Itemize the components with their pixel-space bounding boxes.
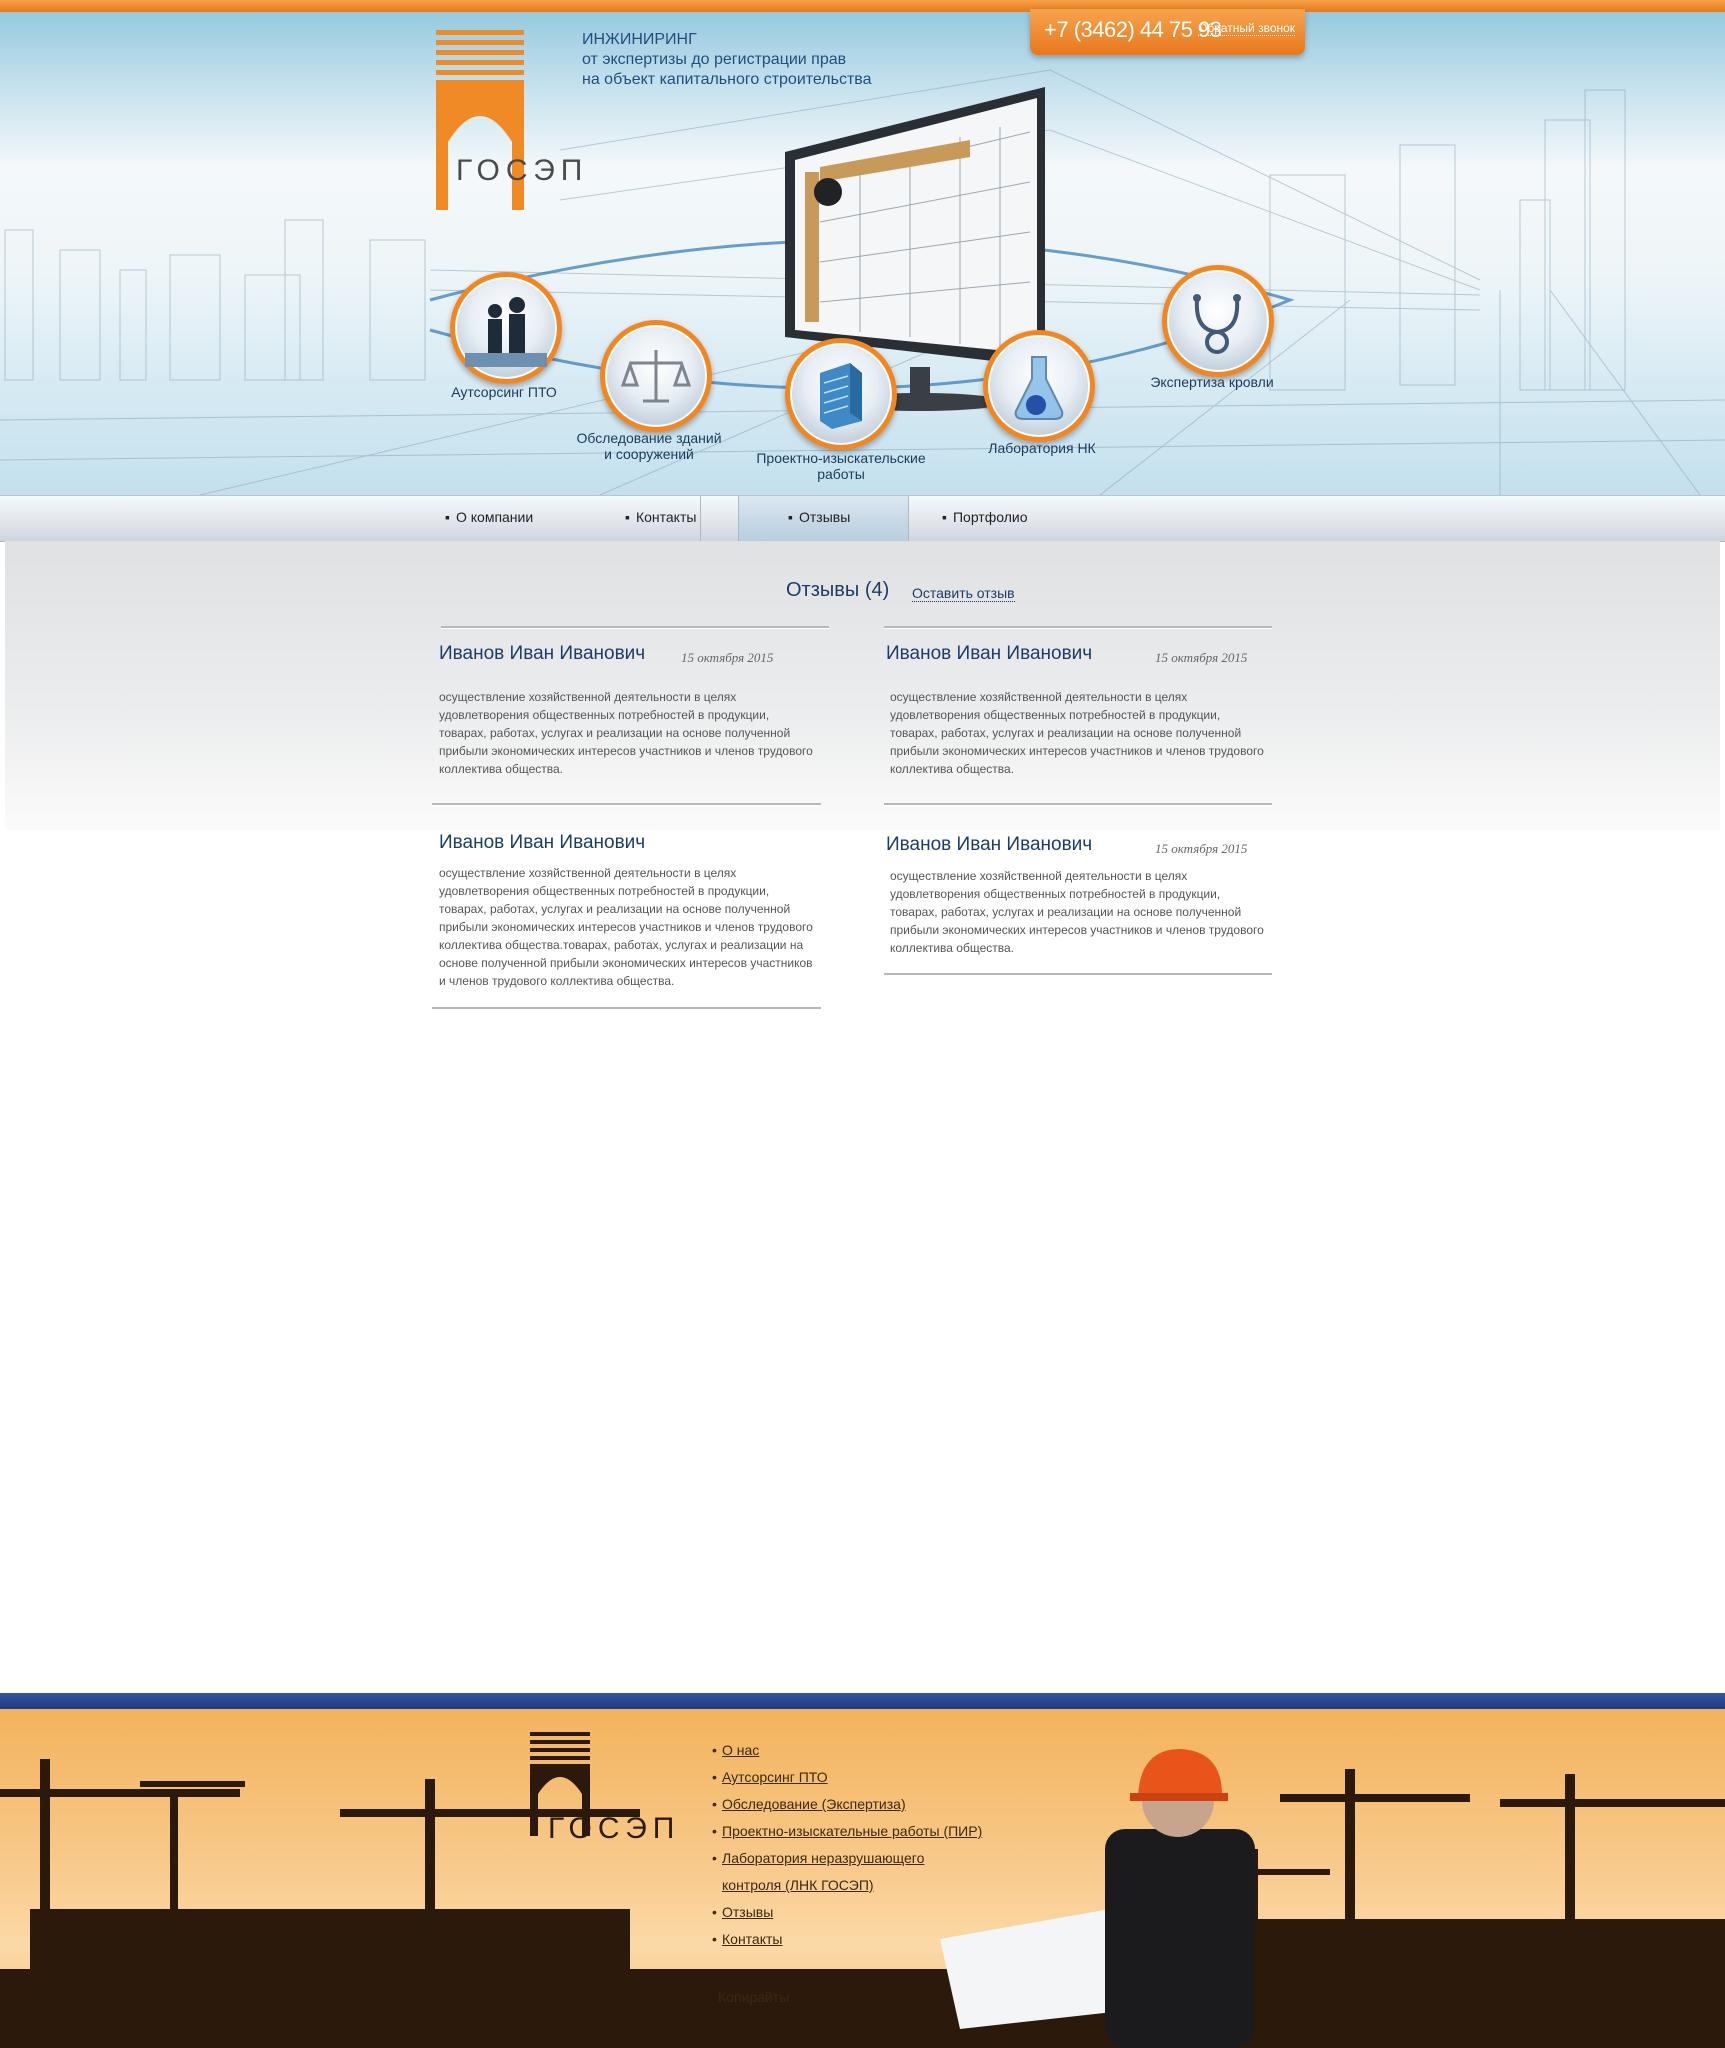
footer-blue-band [0,1693,1725,1709]
divider [884,973,1272,976]
review-text: осуществление хозяйственной деятельности… [439,866,813,988]
service-label[interactable]: Лаборатория НК [932,440,1152,456]
tagline: ИНЖИНИРИНГ от экспертизы до регистрации … [582,30,872,90]
footer-menu-item[interactable]: • Лаборатория неразрушающего [712,1845,982,1872]
logo-text: ГОСЭП [456,154,589,187]
stethoscope-icon[interactable] [1162,265,1274,377]
phone-number[interactable]: +7 (3462) 44 75 93 [1044,17,1222,43]
review-author: Иванов Иван Иванович [439,643,646,664]
divider [432,1007,821,1010]
phone-tab: +7 (3462) 44 75 93 Обратный звонок [1030,9,1305,55]
footer-logo[interactable]: ГОСЭП [530,1732,674,1857]
review-date: 15 октября 2015 [1155,841,1248,856]
header: +7 (3462) 44 75 93 Обратный звонок ГОСЭП… [0,0,1725,495]
review-date: 15 октября 2015 [681,650,774,665]
flask-icon[interactable] [983,330,1095,442]
service-label[interactable]: Проектно-изыскательские работы [731,450,951,482]
callback-link[interactable]: Обратный звонок [1198,21,1296,36]
footer-menu-item[interactable]: • Проектно-изыскательные работы (ПИР) [712,1818,982,1845]
review-text: осуществление хозяйственной деятельности… [890,690,1264,776]
businessmen-icon[interactable] [450,272,562,384]
review-author: Иванов Иван Иванович [439,832,646,853]
review-date: 15 октября 2015 [1155,650,1248,665]
main-nav: О компании Контакты Отзывы Портфолио [0,495,1725,542]
review-text: осуществление хозяйственной деятельности… [439,690,813,776]
footer-menu-item[interactable]: • Обследование (Экспертиза) [712,1791,982,1818]
divider [432,803,821,806]
nav-separator [738,496,739,541]
divider [884,626,1272,629]
tagline-line-1: ИНЖИНИРИНГ [582,31,697,48]
review-author: Иванов Иван Иванович [886,643,1093,664]
service-label[interactable]: Экспертиза кровли [1102,374,1322,390]
building-icon[interactable] [785,338,897,450]
nav-item-portfolio[interactable]: Портфолио [942,509,1028,525]
logo[interactable]: ГОСЭП [436,30,589,210]
tagline-line-2: от экспертизы до регистрации прав [582,51,847,68]
service-label[interactable]: Аутсорсинг ПТО [394,384,614,400]
leave-review-link[interactable]: Оставить отзыв [912,585,1015,602]
footer: ГОСЭП • О нас • Аутсорсинг ПТО • Обследован… [0,1709,1725,2048]
nav-item-contacts[interactable]: Контакты [625,509,696,525]
copyright: Копирайты [718,1989,790,2005]
tagline-line-3: на объект капитального строительства [582,71,872,88]
review-text: осуществление хозяйственной деятельности… [890,869,1264,955]
footer-menu: • О нас • Аутсорсинг ПТО • Обследование (Эк… [712,1737,982,1953]
footer-menu-item[interactable]: • Отзывы [712,1899,982,1926]
nav-separator [908,496,909,541]
footer-menu-item[interactable]: контроля (ЛНК ГОСЭП) [712,1872,982,1899]
divider [441,626,829,629]
logo-arch [436,80,524,210]
service-label[interactable]: Обследование зданий и сооружений [539,430,759,462]
reviews-heading: Отзывы (4) [786,579,890,601]
review-author: Иванов Иван Иванович [886,834,1093,855]
divider [884,803,1272,806]
footer-menu-item[interactable]: • Аутсорсинг ПТО [712,1764,982,1791]
nav-separator [700,496,701,541]
footer-logo-text: ГОСЭП [548,1812,681,1845]
nav-item-reviews[interactable]: Отзывы [788,509,850,525]
scales-icon[interactable] [600,320,712,432]
footer-menu-item[interactable]: • О нас [712,1737,982,1764]
footer-menu-item[interactable]: • Контакты [712,1926,982,1953]
nav-item-about[interactable]: О компании [445,509,533,525]
